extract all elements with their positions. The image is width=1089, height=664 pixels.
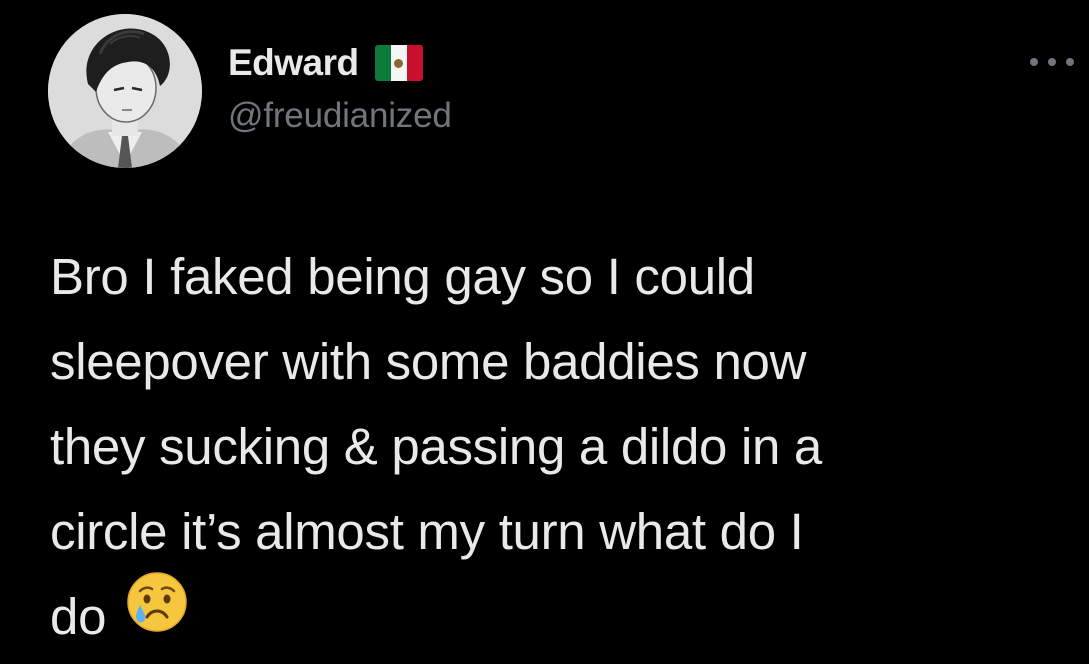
crying-face-emoji-icon (126, 571, 188, 658)
tweet-text-line: sleepover with some baddies now (50, 333, 807, 390)
more-options-icon[interactable] (1030, 52, 1074, 72)
tweet-text-last-line: do (50, 571, 1050, 664)
avatar[interactable] (48, 14, 202, 168)
avatar-illustration-icon (48, 14, 202, 168)
name-row: Edward (228, 40, 423, 86)
user-handle[interactable]: @freudianized (228, 96, 452, 136)
tweet-card: Edward @freudianized Bro I faked being g… (0, 0, 1089, 659)
tweet-text-line: they sucking & passing a dildo in a (50, 418, 822, 475)
display-name[interactable]: Edward (228, 42, 359, 84)
mexico-flag-icon (374, 45, 423, 81)
tweet-text-line: do (50, 588, 107, 645)
tweet-text-line: Bro I faked being gay so I could (50, 248, 755, 305)
tweet-text: Bro I faked being gay so I could sleepov… (50, 234, 1050, 664)
tweet-text-line: circle it’s almost my turn what do I (50, 503, 804, 560)
